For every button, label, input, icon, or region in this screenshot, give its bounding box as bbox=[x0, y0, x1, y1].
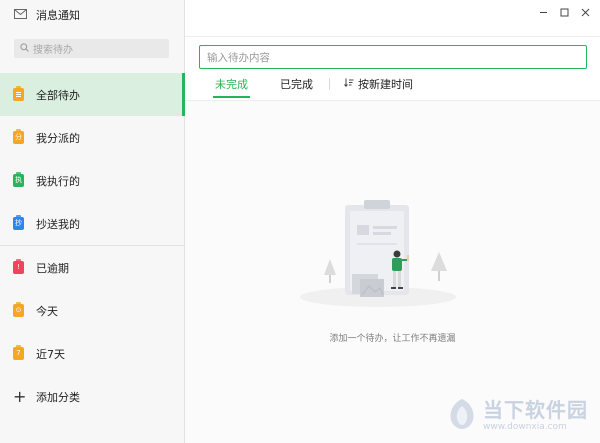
sidebar-item-assigned-by-me[interactable]: 分 我分派的 bbox=[0, 116, 184, 159]
today-icon: ⊙ bbox=[13, 302, 24, 317]
sort-label: 按新建时间 bbox=[358, 78, 413, 91]
sidebar-item-today[interactable]: ⊙ 今天 bbox=[0, 289, 184, 332]
sidebar: 消息通知 搜索待办 全部待办 分 我分派的 执 我执行的 抄 抄送我的 ! 已逾… bbox=[0, 0, 185, 443]
cc-icon: 抄 bbox=[13, 215, 24, 230]
sidebar-item-cc-to-me[interactable]: 抄 抄送我的 bbox=[0, 202, 184, 245]
main-panel: 输入待办内容 未完成 已完成 按新建时间 添加一个待办，让工作不再遗漏 当下软件… bbox=[185, 0, 600, 443]
todo-list-icon bbox=[13, 86, 24, 101]
seven-days-icon: 7 bbox=[13, 345, 24, 360]
sidebar-item-executed-by-me[interactable]: 执 我执行的 bbox=[0, 159, 184, 202]
sidebar-item-next-7-days[interactable]: 7 近7天 bbox=[0, 332, 184, 375]
execute-icon: 执 bbox=[13, 172, 24, 187]
sidebar-item-label: 抄送我的 bbox=[36, 217, 80, 231]
sidebar-item-label: 我执行的 bbox=[36, 174, 80, 188]
add-category-label: 添加分类 bbox=[36, 390, 80, 404]
empty-clipboard-illustration bbox=[300, 197, 460, 310]
todo-input[interactable]: 输入待办内容 bbox=[199, 45, 587, 69]
notification-title: 消息通知 bbox=[36, 9, 80, 22]
watermark-text: 当下软件园 www.downxia.com bbox=[483, 400, 588, 432]
todo-list-area: 添加一个待办，让工作不再遗漏 bbox=[185, 101, 600, 443]
watermark-logo-icon bbox=[447, 398, 477, 433]
tab-completed[interactable]: 已完成 bbox=[264, 76, 329, 98]
close-icon[interactable] bbox=[580, 7, 590, 17]
search-placeholder: 搜索待办 bbox=[33, 45, 73, 56]
app-window: 消息通知 搜索待办 全部待办 分 我分派的 执 我执行的 抄 抄送我的 ! 已逾… bbox=[0, 0, 600, 443]
sidebar-item-overdue[interactable]: ! 已逾期 bbox=[0, 246, 184, 289]
watermark-url: www.downxia.com bbox=[483, 421, 567, 432]
assigned-icon: 分 bbox=[13, 129, 24, 144]
sidebar-item-label: 已逾期 bbox=[36, 261, 69, 275]
sort-button[interactable]: 按新建时间 bbox=[330, 76, 413, 98]
minimize-icon[interactable] bbox=[538, 7, 548, 17]
watermark-title: 当下软件园 bbox=[483, 397, 588, 422]
overdue-icon: ! bbox=[13, 259, 24, 274]
maximize-icon[interactable] bbox=[559, 7, 569, 17]
plus-icon: + bbox=[13, 386, 27, 406]
mail-icon bbox=[14, 8, 27, 22]
watermark: 当下软件园 www.downxia.com bbox=[447, 398, 588, 433]
search-input[interactable]: 搜索待办 bbox=[14, 39, 169, 58]
sidebar-item-label: 我分派的 bbox=[36, 131, 80, 145]
status-tabs: 未完成 已完成 按新建时间 bbox=[199, 76, 413, 98]
notification-header[interactable]: 消息通知 bbox=[0, 0, 184, 30]
empty-state-text: 添加一个待办，让工作不再遗漏 bbox=[329, 334, 456, 344]
sort-icon bbox=[344, 78, 354, 90]
add-category-button[interactable]: + 添加分类 bbox=[0, 375, 184, 418]
header-divider bbox=[185, 36, 600, 37]
sidebar-item-label: 今天 bbox=[36, 304, 58, 318]
sidebar-item-label: 全部待办 bbox=[36, 88, 80, 102]
todo-input-placeholder: 输入待办内容 bbox=[207, 51, 270, 64]
tab-incomplete[interactable]: 未完成 bbox=[199, 76, 264, 98]
search-icon bbox=[20, 42, 29, 55]
window-controls bbox=[538, 7, 590, 17]
sidebar-item-all-todos[interactable]: 全部待办 bbox=[0, 73, 185, 116]
sidebar-item-label: 近7天 bbox=[36, 347, 65, 361]
sidebar-nav: 全部待办 分 我分派的 执 我执行的 抄 抄送我的 ! 已逾期 ⊙ 今天 7 近… bbox=[0, 73, 185, 418]
